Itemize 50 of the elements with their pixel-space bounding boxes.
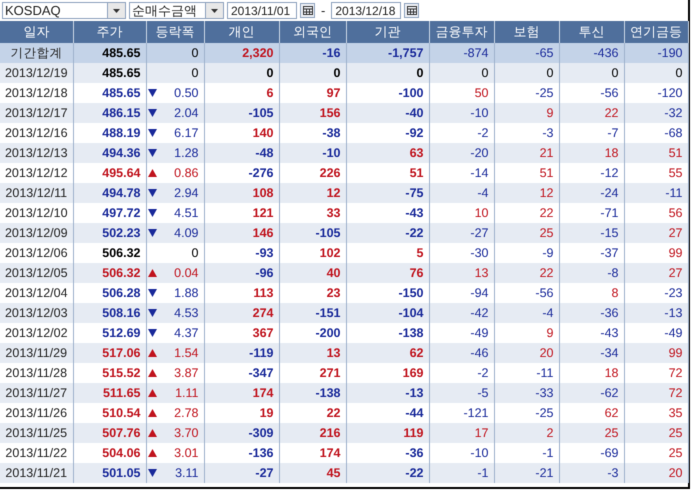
column-header[interactable]: 기관	[346, 21, 429, 43]
change-value: 4.53	[174, 306, 198, 320]
flow-value: -22	[346, 463, 429, 483]
column-header[interactable]: 일자	[0, 21, 73, 43]
flow-value: -1	[429, 463, 494, 483]
calendar-icon[interactable]	[404, 3, 420, 18]
start-date-field[interactable]: 2013/11/01	[227, 2, 297, 19]
flow-value: 45	[279, 463, 346, 483]
change-value: 2.04	[174, 106, 198, 120]
flow-value: 20	[624, 463, 688, 483]
change-value: 0.50	[174, 86, 198, 100]
column-header[interactable]: 금융투자	[429, 21, 494, 43]
change-value: 0.86	[174, 166, 198, 180]
change-value: 0.04	[174, 266, 198, 280]
change-value: 2.78	[174, 406, 198, 420]
change-value: 2.94	[174, 186, 198, 200]
change-value: 3.01	[174, 446, 198, 460]
change-value: 0	[192, 66, 198, 80]
column-header[interactable]: 개인	[204, 21, 279, 43]
end-date-field[interactable]: 2013/12/18	[331, 2, 402, 19]
change-value: 0	[192, 246, 198, 260]
change-value: 4.09	[174, 226, 198, 240]
market-dropdown[interactable]: KOSDAQ	[2, 2, 126, 19]
dropdown-arrow-icon[interactable]	[211, 8, 218, 12]
change-value: 4.51	[174, 206, 198, 220]
change-value: 6.17	[174, 126, 198, 140]
column-header[interactable]: 등락폭	[146, 21, 204, 43]
flow-value: -3	[559, 463, 624, 483]
price-cell: 501.05	[73, 463, 146, 483]
flow-value: -21	[494, 463, 559, 483]
change-value: 0	[192, 46, 198, 60]
change-value: 3.11	[175, 466, 198, 480]
column-header[interactable]: 투신	[559, 21, 624, 43]
column-header[interactable]: 연기금등	[624, 21, 688, 43]
change-value: 3.87	[174, 366, 198, 380]
change-value: 4.37	[174, 326, 198, 340]
change-value: 1.11	[175, 386, 198, 400]
dropdown-arrow-icon[interactable]	[113, 8, 120, 12]
change-value: 1.88	[174, 286, 198, 300]
change-value: 1.28	[174, 146, 198, 160]
date-cell: 2013/11/21	[0, 463, 73, 483]
column-header[interactable]: 주가	[73, 21, 146, 43]
column-header[interactable]: 외국인	[279, 21, 346, 43]
change-value: 3.70	[174, 426, 198, 440]
change-value: 1.54	[174, 346, 198, 360]
metric-dropdown[interactable]: 순매수금액	[129, 2, 224, 19]
column-header[interactable]: 보험	[494, 21, 559, 43]
calendar-icon[interactable]	[300, 3, 315, 18]
date-separator: -	[320, 3, 326, 18]
flow-value: -27	[204, 463, 279, 483]
